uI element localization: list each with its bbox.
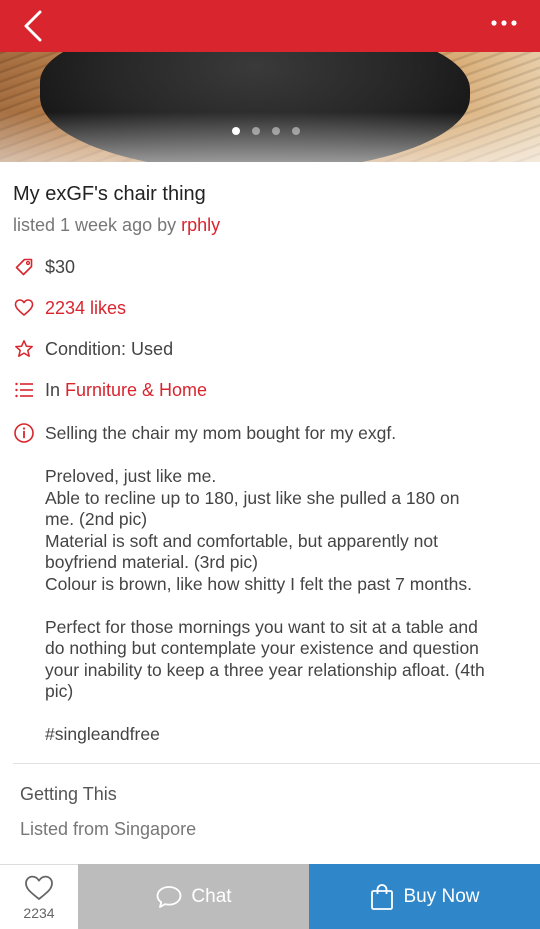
getting-this-heading: Getting This bbox=[20, 784, 117, 804]
likes-count[interactable]: 2234 likes bbox=[45, 298, 126, 319]
section-divider bbox=[13, 763, 540, 764]
description-line: Preloved, just like me. bbox=[45, 466, 217, 486]
star-icon bbox=[13, 338, 35, 360]
description-line: Material is soft and comfortable, but ap… bbox=[45, 530, 438, 551]
likes-row[interactable]: 2234 likes bbox=[13, 296, 126, 320]
photo-fade bbox=[0, 112, 540, 162]
category-link[interactable]: Furniture & Home bbox=[65, 380, 207, 401]
description-line: do nothing but contemplate your existenc… bbox=[45, 638, 479, 658]
back-button[interactable] bbox=[18, 6, 54, 46]
carousel-dot[interactable] bbox=[292, 127, 300, 135]
list-icon bbox=[13, 379, 35, 401]
chat-bubble-icon bbox=[157, 885, 182, 908]
description-line: me. (2nd pic) bbox=[45, 509, 148, 529]
like-button[interactable]: 2234 bbox=[0, 864, 78, 929]
description-line: Colour is brown, like how shitty I felt … bbox=[45, 573, 472, 594]
listing-location: Listed from Singapore bbox=[20, 819, 197, 839]
price-value: $30 bbox=[45, 256, 76, 277]
carousel-dot[interactable] bbox=[252, 127, 260, 135]
buy-now-button[interactable]: Buy Now bbox=[309, 864, 540, 929]
condition-row: Condition: Used bbox=[13, 337, 173, 361]
listing-title: My exGF's chair thing bbox=[13, 183, 206, 205]
description-line: boyfriend material. (3rd pic) bbox=[45, 552, 258, 572]
listing-meta: listed 1 week ago by rphly bbox=[13, 215, 220, 236]
chat-label: Chat bbox=[191, 885, 232, 907]
price-row: $30 bbox=[13, 255, 75, 279]
more-options-button[interactable] bbox=[486, 10, 522, 40]
description-line: Able to recline up to 180, just like she… bbox=[45, 487, 460, 508]
more-dots-icon bbox=[491, 20, 517, 26]
heart-outline-icon bbox=[25, 875, 53, 900]
carousel-dot[interactable] bbox=[232, 127, 240, 135]
buy-now-label: Buy Now bbox=[403, 885, 480, 907]
listing-photo-carousel[interactable] bbox=[0, 52, 540, 162]
carousel-dots bbox=[232, 127, 300, 137]
chevron-left-icon bbox=[24, 10, 42, 42]
description-line: your inability to keep a three year rela… bbox=[45, 659, 485, 680]
condition-text: Condition: Used bbox=[45, 338, 174, 359]
listing-description: Selling the chair my mom bought for my e… bbox=[45, 423, 530, 746]
info-icon bbox=[13, 422, 35, 444]
shopping-bag-icon bbox=[371, 883, 394, 910]
top-bar bbox=[0, 0, 540, 52]
description-line: Selling the chair my mom bought for my e… bbox=[45, 423, 397, 443]
category-prefix: In bbox=[45, 379, 66, 400]
heart-icon bbox=[13, 297, 35, 319]
description-line: pic) bbox=[45, 681, 74, 701]
listed-time: listed 1 week ago by bbox=[13, 215, 182, 235]
seller-link[interactable]: rphly bbox=[181, 215, 220, 235]
bottom-action-bar: 2234 Chat Buy Now bbox=[0, 864, 540, 929]
description-line: Perfect for those mornings you want to s… bbox=[45, 616, 478, 637]
price-tag-icon bbox=[13, 256, 35, 278]
hashtag: #singleandfree bbox=[45, 724, 160, 744]
like-count: 2234 bbox=[23, 905, 55, 921]
chat-button[interactable]: Chat bbox=[78, 864, 309, 929]
category-row: In Furniture & Home bbox=[13, 378, 207, 402]
carousel-dot[interactable] bbox=[272, 127, 280, 135]
